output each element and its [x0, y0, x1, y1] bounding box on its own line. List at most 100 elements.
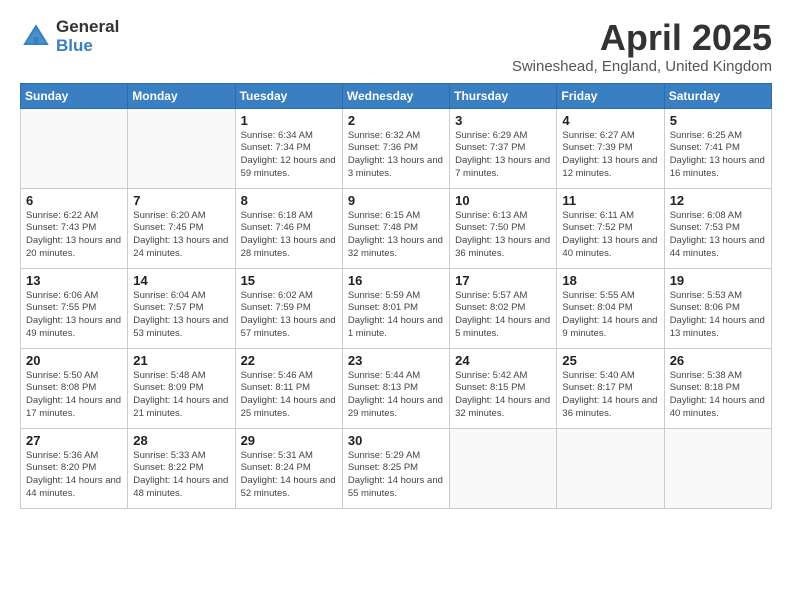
calendar-cell: 24Sunrise: 5:42 AMSunset: 8:15 PMDayligh… [450, 348, 557, 428]
day-number: 8 [241, 193, 337, 208]
day-info: Sunrise: 5:29 AMSunset: 8:25 PMDaylight:… [348, 450, 444, 501]
day-number: 30 [348, 433, 444, 448]
day-number: 23 [348, 353, 444, 368]
calendar-cell: 18 Sunrise: 5:55 AMSunset: 8:04 PMDayligh… [557, 268, 664, 348]
calendar-cell [450, 428, 557, 508]
calendar-cell: 12 Sunrise: 6:08 AMSunset: 7:53 PMDayligh… [664, 188, 771, 268]
day-info: Sunrise: 6:34 AMSunset: 7:34 PMDaylight:… [241, 130, 337, 181]
calendar-cell [557, 428, 664, 508]
day-number: 10 [455, 193, 551, 208]
day-number: 27 [26, 433, 122, 448]
calendar-cell: 20 Sunrise: 5:50 AMSunset: 8:08 PMDayligh… [21, 348, 128, 428]
calendar-cell: 22 Sunrise: 5:46 AMSunset: 8:11 PMDayligh… [235, 348, 342, 428]
calendar-cell [128, 108, 235, 188]
day-number: 25 [562, 353, 658, 368]
logo-text: General Blue [56, 18, 119, 55]
day-info: Sunrise: 6:13 AMSunset: 7:50 PMDaylight:… [455, 210, 551, 261]
day-info: Sunrise: 6:18 AMSunset: 7:46 PMDaylight:… [241, 210, 337, 261]
calendar-week-row: 13Sunrise: 6:06 AMSunset: 7:55 PMDayligh… [21, 268, 772, 348]
day-number: 2 [348, 113, 444, 128]
day-info: Sunrise: 6:27 AMSunset: 7:39 PMDaylight:… [562, 130, 658, 181]
logo-icon [20, 21, 52, 53]
day-number: 21 [133, 353, 229, 368]
calendar-cell: 8 Sunrise: 6:18 AMSunset: 7:46 PMDaylight… [235, 188, 342, 268]
calendar-cell: 30 Sunrise: 5:29 AMSunset: 8:25 PMDayligh… [342, 428, 449, 508]
day-info: Sunrise: 6:22 AMSunset: 7:43 PMDaylight:… [26, 210, 122, 261]
day-number: 15 [241, 273, 337, 288]
page: General Blue April 2025 Swineshead, Engl… [0, 0, 792, 612]
calendar-header-row: SundayMondayTuesdayWednesdayThursdayFrid… [21, 83, 772, 108]
day-number: 12 [670, 193, 766, 208]
logo-blue-text: Blue [56, 37, 119, 56]
day-number: 29 [241, 433, 337, 448]
calendar-day-header: Sunday [21, 83, 128, 108]
calendar-cell: 1Sunrise: 6:34 AMSunset: 7:34 PMDaylight… [235, 108, 342, 188]
day-info: Sunrise: 5:33 AMSunset: 8:22 PMDaylight:… [133, 450, 229, 501]
day-info: Sunrise: 6:15 AMSunset: 7:48 PMDaylight:… [348, 210, 444, 261]
header: General Blue April 2025 Swineshead, Engl… [20, 18, 772, 75]
calendar-cell: 29 Sunrise: 5:31 AMSunset: 8:24 PMDayligh… [235, 428, 342, 508]
calendar-week-row: 1Sunrise: 6:34 AMSunset: 7:34 PMDaylight… [21, 108, 772, 188]
day-number: 17 [455, 273, 551, 288]
calendar-day-header: Monday [128, 83, 235, 108]
calendar-cell [664, 428, 771, 508]
calendar-cell: 25 Sunrise: 5:40 AMSunset: 8:17 PMDayligh… [557, 348, 664, 428]
calendar-cell: 5Sunrise: 6:25 AMSunset: 7:41 PMDaylight… [664, 108, 771, 188]
calendar-day-header: Saturday [664, 83, 771, 108]
day-info: Sunrise: 6:04 AMSunset: 7:57 PMDaylight:… [133, 290, 229, 341]
day-info: Sunrise: 5:59 AMSunset: 8:01 PMDaylight:… [348, 290, 444, 341]
main-title: April 2025 [512, 18, 772, 58]
title-block: April 2025 Swineshead, England, United K… [512, 18, 772, 75]
calendar-cell: 16 Sunrise: 5:59 AMSunset: 8:01 PMDayligh… [342, 268, 449, 348]
day-info: Sunrise: 6:32 AMSunset: 7:36 PMDaylight:… [348, 130, 444, 181]
day-info: Sunrise: 5:48 AMSunset: 8:09 PMDaylight:… [133, 370, 229, 421]
day-info: Sunrise: 5:55 AMSunset: 8:04 PMDaylight:… [562, 290, 658, 341]
calendar-week-row: 6 Sunrise: 6:22 AMSunset: 7:43 PMDaylight… [21, 188, 772, 268]
calendar-cell: 7 Sunrise: 6:20 AMSunset: 7:45 PMDaylight… [128, 188, 235, 268]
calendar-cell: 19Sunrise: 5:53 AMSunset: 8:06 PMDayligh… [664, 268, 771, 348]
calendar-cell: 21 Sunrise: 5:48 AMSunset: 8:09 PMDayligh… [128, 348, 235, 428]
day-info: Sunrise: 5:57 AMSunset: 8:02 PMDaylight:… [455, 290, 551, 341]
day-info: Sunrise: 5:31 AMSunset: 8:24 PMDaylight:… [241, 450, 337, 501]
day-info: Sunrise: 6:11 AMSunset: 7:52 PMDaylight:… [562, 210, 658, 261]
calendar-week-row: 27 Sunrise: 5:36 AMSunset: 8:20 PMDayligh… [21, 428, 772, 508]
calendar-day-header: Wednesday [342, 83, 449, 108]
day-number: 16 [348, 273, 444, 288]
calendar-week-row: 20 Sunrise: 5:50 AMSunset: 8:08 PMDayligh… [21, 348, 772, 428]
day-number: 4 [562, 113, 658, 128]
day-number: 24 [455, 353, 551, 368]
day-number: 7 [133, 193, 229, 208]
day-info: Sunrise: 6:06 AMSunset: 7:55 PMDaylight:… [26, 290, 122, 341]
day-info: Sunrise: 6:20 AMSunset: 7:45 PMDaylight:… [133, 210, 229, 261]
day-number: 14 [133, 273, 229, 288]
logo: General Blue [20, 18, 119, 55]
day-info: Sunrise: 5:40 AMSunset: 8:17 PMDaylight:… [562, 370, 658, 421]
calendar-cell: 15 Sunrise: 6:02 AMSunset: 7:59 PMDayligh… [235, 268, 342, 348]
calendar-table: SundayMondayTuesdayWednesdayThursdayFrid… [20, 83, 772, 509]
logo-general-text: General [56, 18, 119, 37]
day-number: 20 [26, 353, 122, 368]
day-number: 22 [241, 353, 337, 368]
calendar-cell: 2 Sunrise: 6:32 AMSunset: 7:36 PMDaylight… [342, 108, 449, 188]
subtitle: Swineshead, England, United Kingdom [512, 58, 772, 75]
calendar-cell: 13Sunrise: 6:06 AMSunset: 7:55 PMDayligh… [21, 268, 128, 348]
day-number: 11 [562, 193, 658, 208]
calendar-cell: 9Sunrise: 6:15 AMSunset: 7:48 PMDaylight… [342, 188, 449, 268]
calendar-cell: 4 Sunrise: 6:27 AMSunset: 7:39 PMDaylight… [557, 108, 664, 188]
day-number: 26 [670, 353, 766, 368]
calendar-day-header: Friday [557, 83, 664, 108]
day-info: Sunrise: 5:36 AMSunset: 8:20 PMDaylight:… [26, 450, 122, 501]
calendar-cell [21, 108, 128, 188]
day-number: 19 [670, 273, 766, 288]
day-number: 6 [26, 193, 122, 208]
calendar-cell: 26Sunrise: 5:38 AMSunset: 8:18 PMDayligh… [664, 348, 771, 428]
calendar-day-header: Thursday [450, 83, 557, 108]
day-info: Sunrise: 6:02 AMSunset: 7:59 PMDaylight:… [241, 290, 337, 341]
day-info: Sunrise: 5:50 AMSunset: 8:08 PMDaylight:… [26, 370, 122, 421]
day-info: Sunrise: 6:08 AMSunset: 7:53 PMDaylight:… [670, 210, 766, 261]
calendar-cell: 10 Sunrise: 6:13 AMSunset: 7:50 PMDayligh… [450, 188, 557, 268]
day-number: 18 [562, 273, 658, 288]
calendar-cell: 17 Sunrise: 5:57 AMSunset: 8:02 PMDayligh… [450, 268, 557, 348]
day-info: Sunrise: 6:25 AMSunset: 7:41 PMDaylight:… [670, 130, 766, 181]
day-info: Sunrise: 5:46 AMSunset: 8:11 PMDaylight:… [241, 370, 337, 421]
